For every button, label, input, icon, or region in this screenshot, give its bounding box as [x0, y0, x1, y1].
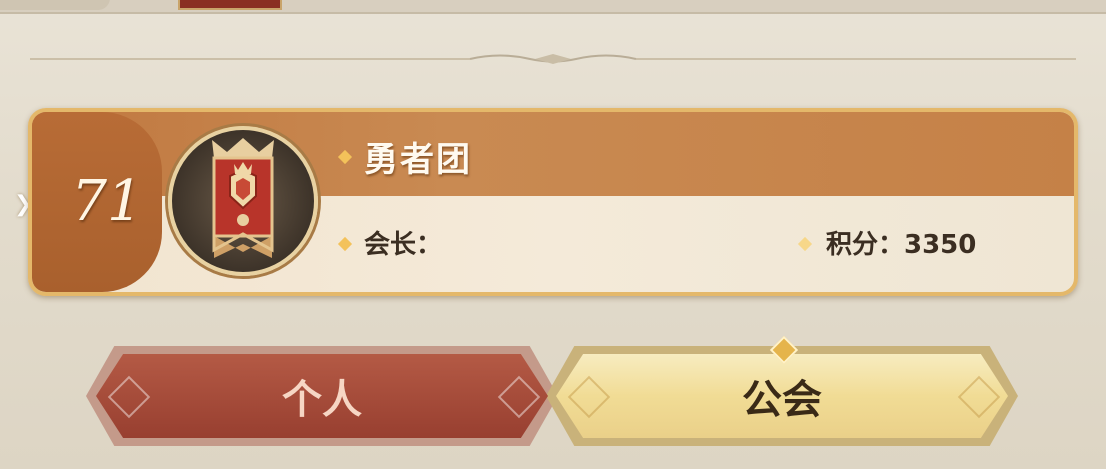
- guild-ranking-card[interactable]: 71 勇者团 会长： 积分：3350: [28, 108, 1078, 296]
- top-panel-card-edge: [178, 0, 282, 10]
- top-panel-remnant: [0, 0, 1106, 14]
- tab-personal[interactable]: 个人: [96, 354, 548, 438]
- top-panel-left-edge: [0, 0, 110, 10]
- guild-banner-crest-icon: [168, 126, 318, 276]
- gold-diamond-icon: [797, 236, 813, 252]
- guild-name: 勇者团: [364, 140, 472, 180]
- tab-guild[interactable]: 公会: [556, 354, 1008, 438]
- guild-leader-label: 会长：: [364, 230, 443, 260]
- rank-number: 71: [71, 169, 143, 234]
- ornamental-divider: [30, 54, 1076, 64]
- guild-score: 积分：3350: [826, 230, 977, 260]
- gold-diamond-icon: [337, 236, 353, 252]
